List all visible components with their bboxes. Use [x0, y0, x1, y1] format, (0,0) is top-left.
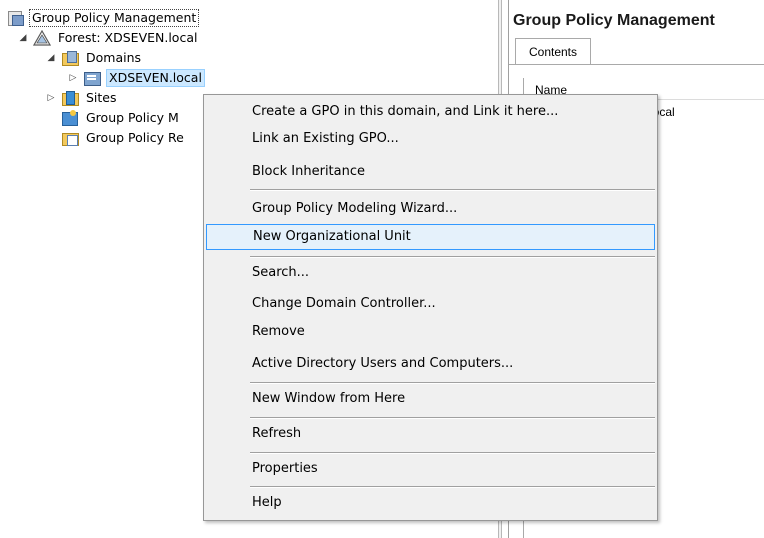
menu-separator — [250, 382, 655, 384]
domains-folder-icon — [61, 50, 79, 66]
forest-icon — [32, 29, 52, 46]
group-policy-management-icon — [6, 10, 24, 26]
tree-item-sites[interactable]: ▷ Sites — [44, 88, 119, 108]
menu-item-change-domain-controller[interactable]: Change Domain Controller... — [206, 291, 655, 317]
tree-item-label: Domains — [86, 50, 142, 65]
group-policy-results-icon — [61, 130, 79, 146]
menu-separator — [250, 256, 655, 258]
menu-item-refresh[interactable]: Refresh — [206, 421, 655, 447]
expand-arrow-icon[interactable]: ▷ — [44, 91, 58, 105]
tree-item-group-policy-modeling[interactable]: Group Policy M — [61, 108, 181, 128]
tree-item-forest[interactable]: ◢ Forest: XDSEVEN.local — [16, 28, 199, 48]
tab-strip-divider — [509, 64, 764, 65]
tree-item-label: Group Policy M — [86, 110, 179, 125]
tree-item-group-policy-results[interactable]: Group Policy Re — [61, 128, 186, 148]
collapse-arrow-icon[interactable]: ◢ — [16, 31, 30, 45]
tree-item-label: Sites — [86, 90, 117, 105]
tree-item-label: Group Policy Re — [86, 130, 184, 145]
menu-item-link-existing-gpo[interactable]: Link an Existing GPO... — [206, 126, 655, 152]
menu-separator — [250, 417, 655, 419]
menu-item-new-window-from-here[interactable]: New Window from Here — [206, 386, 655, 412]
menu-item-help[interactable]: Help — [206, 490, 655, 516]
menu-separator — [250, 486, 655, 488]
menu-separator — [250, 452, 655, 454]
menu-item-properties[interactable]: Properties — [206, 456, 655, 482]
tree-item-xdseven-local[interactable]: ▷ XDSEVEN.local — [66, 68, 205, 88]
expand-arrow-icon[interactable]: ▷ — [66, 71, 80, 85]
tree-item-label: Forest: XDSEVEN.local — [58, 30, 198, 45]
tree-item-label: Group Policy Management — [29, 9, 200, 27]
tree-item-domains[interactable]: ◢ Domains — [44, 48, 143, 68]
tree-item-label: XDSEVEN.local — [106, 69, 205, 87]
menu-item-search[interactable]: Search... — [206, 260, 655, 286]
menu-item-block-inheritance[interactable]: Block Inheritance — [206, 159, 655, 185]
tree-item-group-policy-management[interactable]: Group Policy Management — [6, 8, 200, 28]
group-policy-modeling-icon — [61, 110, 79, 126]
menu-item-create-gpo[interactable]: Create a GPO in this domain, and Link it… — [206, 99, 655, 125]
collapse-arrow-icon[interactable]: ◢ — [44, 51, 58, 65]
menu-item-new-organizational-unit[interactable]: New Organizational Unit — [206, 224, 655, 250]
sites-icon — [61, 90, 79, 106]
menu-item-group-policy-modeling-wizard[interactable]: Group Policy Modeling Wizard... — [206, 196, 655, 222]
domain-icon — [83, 70, 101, 86]
results-pane-title: Group Policy Management — [513, 12, 715, 29]
context-menu: Create a GPO in this domain, and Link it… — [203, 94, 658, 521]
menu-item-active-directory-users-and-computers[interactable]: Active Directory Users and Computers... — [206, 351, 655, 377]
menu-item-remove[interactable]: Remove — [206, 319, 655, 345]
menu-separator — [250, 189, 655, 191]
tab-contents[interactable]: Contents — [515, 38, 591, 64]
